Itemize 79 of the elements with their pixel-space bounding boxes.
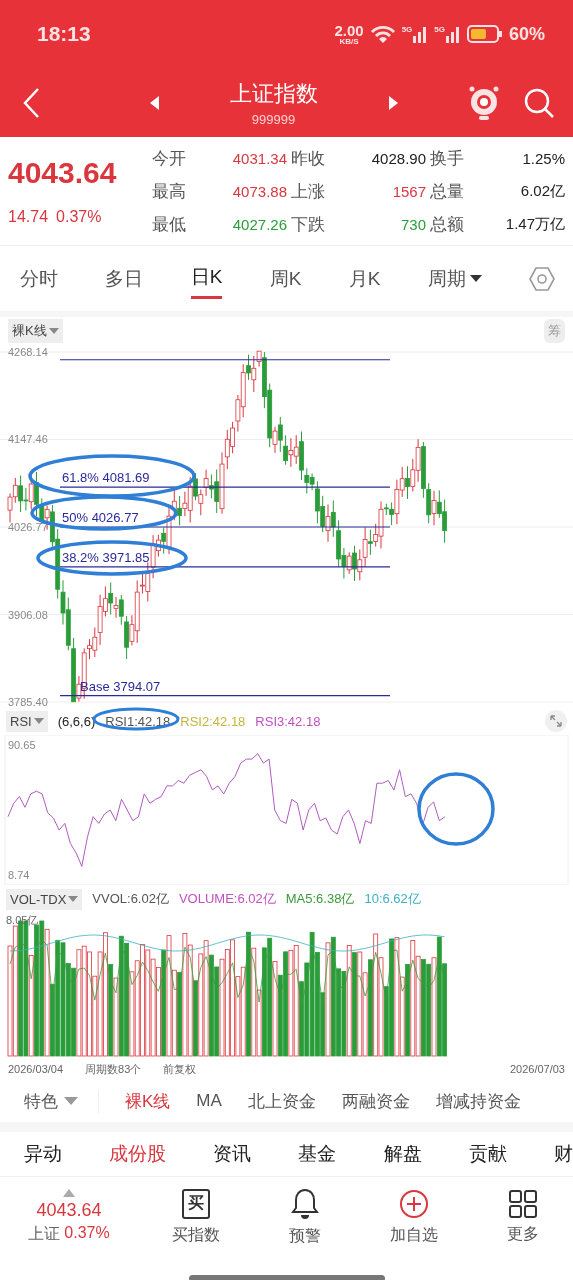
- start-date: 2026/03/04: [8, 1063, 64, 1075]
- stat-value: 730: [399, 215, 426, 233]
- chart-mode-dropdown[interactable]: 裸K线: [8, 318, 63, 343]
- period-tab[interactable]: 周期: [427, 259, 482, 298]
- content-tab[interactable]: 解盘: [383, 1141, 422, 1167]
- axis-label: 3785.40: [8, 696, 48, 707]
- feature-dropdown[interactable]: 特色: [24, 1089, 99, 1113]
- indicator-tab[interactable]: 北上资金: [247, 1089, 316, 1113]
- indicator-reading: RSI2:42.18: [180, 713, 246, 729]
- status-time: 18:13: [37, 22, 91, 46]
- axis-label: 4026.77: [8, 521, 48, 533]
- index-price: 4043.64: [36, 1200, 102, 1221]
- axis-label: 4268.14: [8, 346, 48, 358]
- fib-label: 61.8% 4081.69: [62, 470, 150, 486]
- stat-value: 1.25%: [521, 149, 565, 167]
- stat-label: 上涨: [291, 180, 325, 203]
- indicator-reading: VVOL:6.02亿: [92, 890, 169, 908]
- price-change: 14.74: [8, 208, 49, 226]
- stat-label: 昨收: [291, 147, 325, 170]
- content-tab[interactable]: 贡献: [468, 1141, 507, 1167]
- stat-value: 4031.34: [231, 149, 287, 167]
- end-date: 2026/07/03: [509, 1063, 565, 1075]
- period-tab[interactable]: 分时: [20, 259, 58, 298]
- indicator-dropdown[interactable]: RSI: [6, 710, 48, 732]
- current-price: 4043.64: [8, 156, 118, 190]
- stat-label: 最低: [152, 213, 186, 236]
- stat-value: 4027.26: [231, 215, 287, 233]
- axis-label: 90.65: [8, 739, 36, 751]
- content-tab[interactable]: 财: [553, 1141, 573, 1167]
- buy-icon: 买: [182, 1188, 211, 1219]
- content-tab[interactable]: 异动: [24, 1141, 62, 1167]
- indicator-tab[interactable]: 增减持资金: [435, 1089, 521, 1113]
- stat-label: 总量: [430, 180, 464, 203]
- battery-level: 60%: [508, 23, 545, 45]
- axis-label: 3906.08: [8, 608, 48, 621]
- indicator-tab[interactable]: 裸K线: [125, 1089, 171, 1113]
- percent-change: 0.37%: [64, 1224, 110, 1243]
- indicator-reading: VOLUME:6.02亿: [178, 890, 276, 908]
- period-count: 周期数83个: [85, 1061, 142, 1077]
- stat-label: 今开: [152, 147, 186, 170]
- indicator-reading: MA5:6.38亿: [285, 890, 355, 908]
- indicator-tab[interactable]: 两融资金: [341, 1089, 410, 1113]
- fib-label: 38.2% 3971.85: [62, 549, 150, 565]
- period-tab[interactable]: 多日: [105, 259, 144, 298]
- stat-value: 4073.88: [231, 182, 287, 200]
- stat-label: 最高: [152, 180, 186, 203]
- fib-label: 50% 4026.77: [62, 510, 139, 525]
- stat-value: 6.02亿: [519, 181, 565, 201]
- stat-label: 下跌: [291, 213, 325, 236]
- content-tab[interactable]: 基金: [298, 1141, 337, 1167]
- axis-label: 8.05亿: [6, 914, 39, 926]
- stat-value: 1567: [391, 182, 426, 200]
- stock-code: 999999: [251, 111, 296, 127]
- content-tab[interactable]: 资讯: [213, 1141, 252, 1167]
- action-button[interactable]: 买 买指数: [166, 1187, 227, 1247]
- axis-label: 8.74: [8, 869, 30, 881]
- indicator-reading: RSI1:42.18: [105, 713, 171, 729]
- action-button[interactable]: 更多: [500, 1188, 545, 1246]
- action-button[interactable]: 预警: [283, 1186, 328, 1248]
- indicator-reading: RSI3:42.18: [255, 713, 321, 729]
- period-tab[interactable]: 周K: [269, 259, 302, 298]
- index-name: 上证: [28, 1224, 61, 1244]
- period-tab[interactable]: 日K: [190, 258, 223, 299]
- indicator-params: (6,6,6): [57, 713, 96, 729]
- adjust-mode: 前复权: [163, 1061, 197, 1077]
- net-speed: 2.00 KB/S: [334, 22, 364, 46]
- stat-value: 1.47万亿: [504, 214, 565, 234]
- period-tab[interactable]: 月K: [348, 259, 381, 298]
- indicator-dropdown[interactable]: VOL-TDX: [6, 888, 83, 910]
- stat-label: 总额: [430, 213, 464, 236]
- indicator-tab[interactable]: MA: [196, 1091, 222, 1111]
- content-tab[interactable]: 成份股: [109, 1141, 167, 1167]
- action-button[interactable]: 加自选: [383, 1187, 444, 1247]
- stat-label: 换手: [430, 147, 464, 170]
- page-title: 上证指数: [229, 79, 318, 108]
- percent-change: 0.37%: [56, 208, 102, 226]
- indicator-reading: 10:6.62亿: [364, 890, 421, 908]
- stat-value: 4028.90: [370, 149, 426, 167]
- axis-label: 4147.46: [8, 433, 48, 446]
